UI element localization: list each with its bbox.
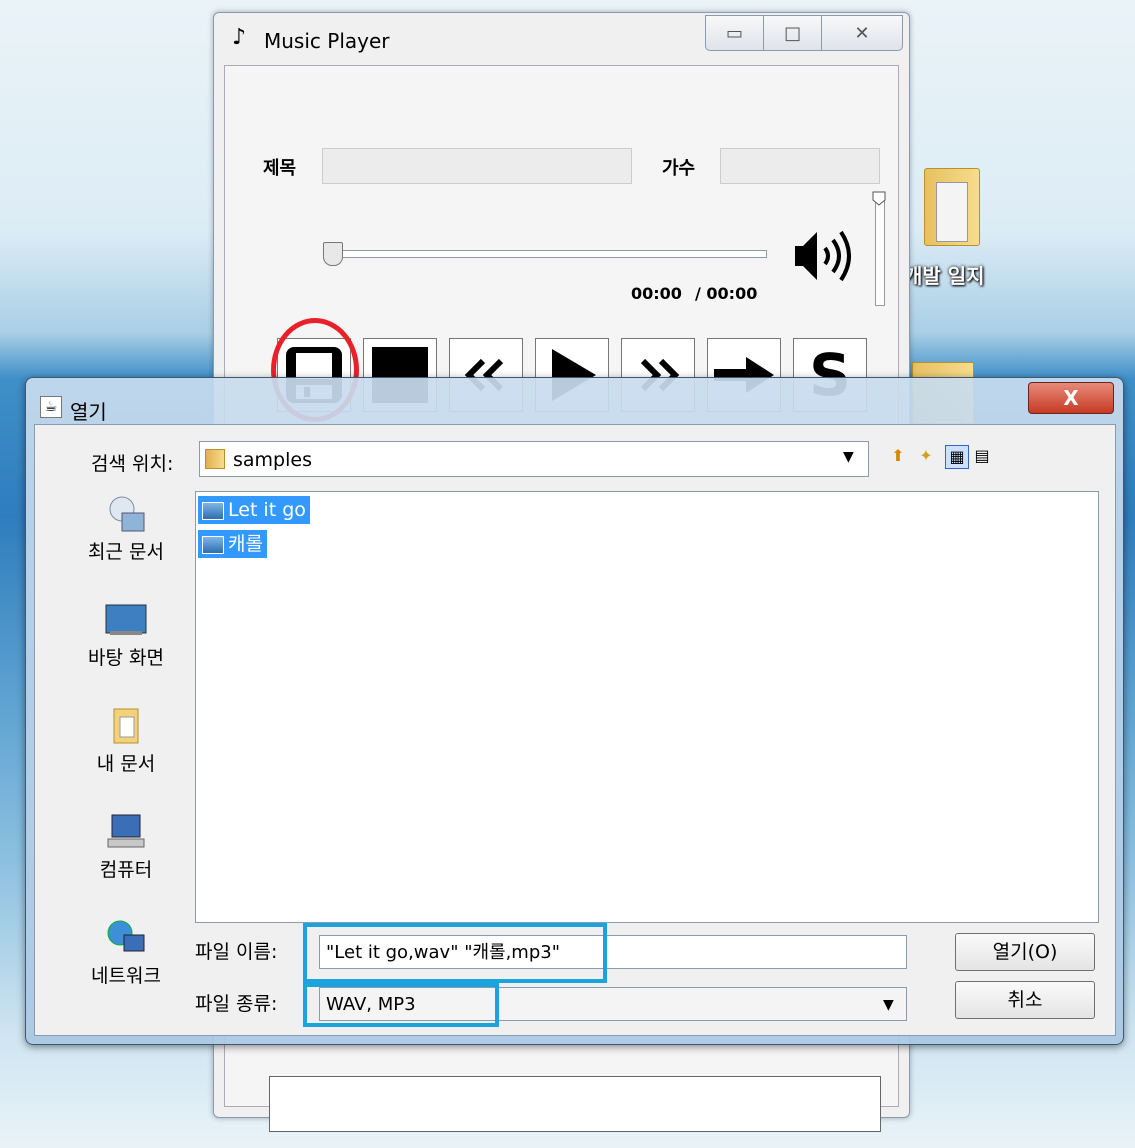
- desktop-icon: [105, 604, 147, 635]
- volume-slider[interactable]: [875, 194, 885, 306]
- place-label: 네트워크: [91, 965, 161, 987]
- up-folder-icon[interactable]: ⬆: [887, 445, 909, 467]
- place-label: 컴퓨터: [99, 859, 153, 881]
- title-label: 제목: [263, 158, 297, 179]
- chevron-down-icon[interactable]: ▼: [883, 997, 894, 1013]
- file-type-label: 파일 종류:: [195, 993, 278, 1015]
- highlight-box-filename: [303, 923, 607, 983]
- file-name: Let it go: [228, 499, 306, 521]
- dialog-close-button[interactable]: X: [1028, 382, 1114, 414]
- my-documents-icon: [113, 708, 139, 744]
- folder-icon: [205, 449, 225, 469]
- place-computer[interactable]: 컴퓨터: [61, 813, 191, 882]
- dialog-content: 검색 위치: samples ▼ ⬆ ✦ ▦ ▤ 최근 문서 바탕 화면 내 문…: [34, 424, 1116, 1036]
- list-view-icon[interactable]: ▦: [945, 445, 969, 469]
- seek-slider-thumb[interactable]: [323, 242, 343, 266]
- network-icon: [107, 920, 145, 952]
- window-title: Music Player: [264, 29, 390, 53]
- title-bar[interactable]: ♪ Music Player ▭ □ ✕: [214, 13, 909, 65]
- open-file-dialog: ☕ 열기 X 검색 위치: samples ▼ ⬆ ✦ ▦ ▤ 최근 문서 바탕…: [25, 377, 1124, 1045]
- desktop-folder-icon[interactable]: [912, 160, 982, 250]
- current-time: 00:00: [631, 284, 682, 303]
- artist-label: 가수: [662, 158, 696, 179]
- volume-slider-thumb[interactable]: [871, 190, 887, 206]
- cancel-button[interactable]: 취소: [955, 981, 1095, 1019]
- place-label: 내 문서: [96, 753, 156, 775]
- chevron-down-icon[interactable]: ▼: [843, 449, 854, 465]
- java-app-icon: ☕: [40, 396, 62, 418]
- place-recent[interactable]: 최근 문서: [61, 495, 191, 564]
- file-name-label: 파일 이름:: [195, 941, 278, 963]
- place-label: 바탕 화면: [88, 647, 164, 669]
- list-item[interactable]: Let it go: [198, 496, 310, 524]
- place-desktop[interactable]: 바탕 화면: [61, 601, 191, 670]
- close-button[interactable]: ✕: [822, 16, 902, 50]
- speaker-volume-icon[interactable]: [793, 226, 855, 296]
- artist-field[interactable]: [720, 148, 880, 184]
- music-note-icon: ♪: [232, 25, 247, 50]
- highlight-box-filetype: [303, 983, 499, 1027]
- desktop-folder-label: 개발 일지: [904, 264, 985, 288]
- minimize-button[interactable]: ▭: [706, 16, 765, 50]
- new-folder-icon[interactable]: ✦: [915, 445, 937, 467]
- place-label: 최근 문서: [88, 541, 164, 563]
- dialog-title: 열기: [70, 400, 107, 424]
- computer-icon: [107, 814, 145, 848]
- audio-file-icon: [202, 536, 224, 554]
- playlist-area[interactable]: [269, 1076, 881, 1132]
- place-my-documents[interactable]: 내 문서: [61, 707, 191, 776]
- details-view-icon[interactable]: ▤: [971, 445, 993, 467]
- place-network[interactable]: 네트워크: [61, 919, 191, 988]
- file-list[interactable]: Let it go 캐롤: [195, 491, 1099, 923]
- look-in-value: samples: [233, 449, 312, 471]
- recent-documents-icon: [109, 496, 145, 532]
- audio-file-icon: [202, 502, 224, 520]
- file-name: 캐롤: [228, 533, 263, 555]
- open-button[interactable]: 열기(O): [955, 933, 1095, 971]
- window-controls: ▭ □ ✕: [705, 15, 903, 51]
- look-in-label: 검색 위치:: [91, 453, 174, 475]
- title-field[interactable]: [322, 148, 632, 184]
- seek-slider[interactable]: [325, 250, 767, 258]
- list-item[interactable]: 캐롤: [198, 530, 267, 558]
- total-time: / 00:00: [695, 284, 758, 303]
- maximize-button[interactable]: □: [764, 16, 823, 50]
